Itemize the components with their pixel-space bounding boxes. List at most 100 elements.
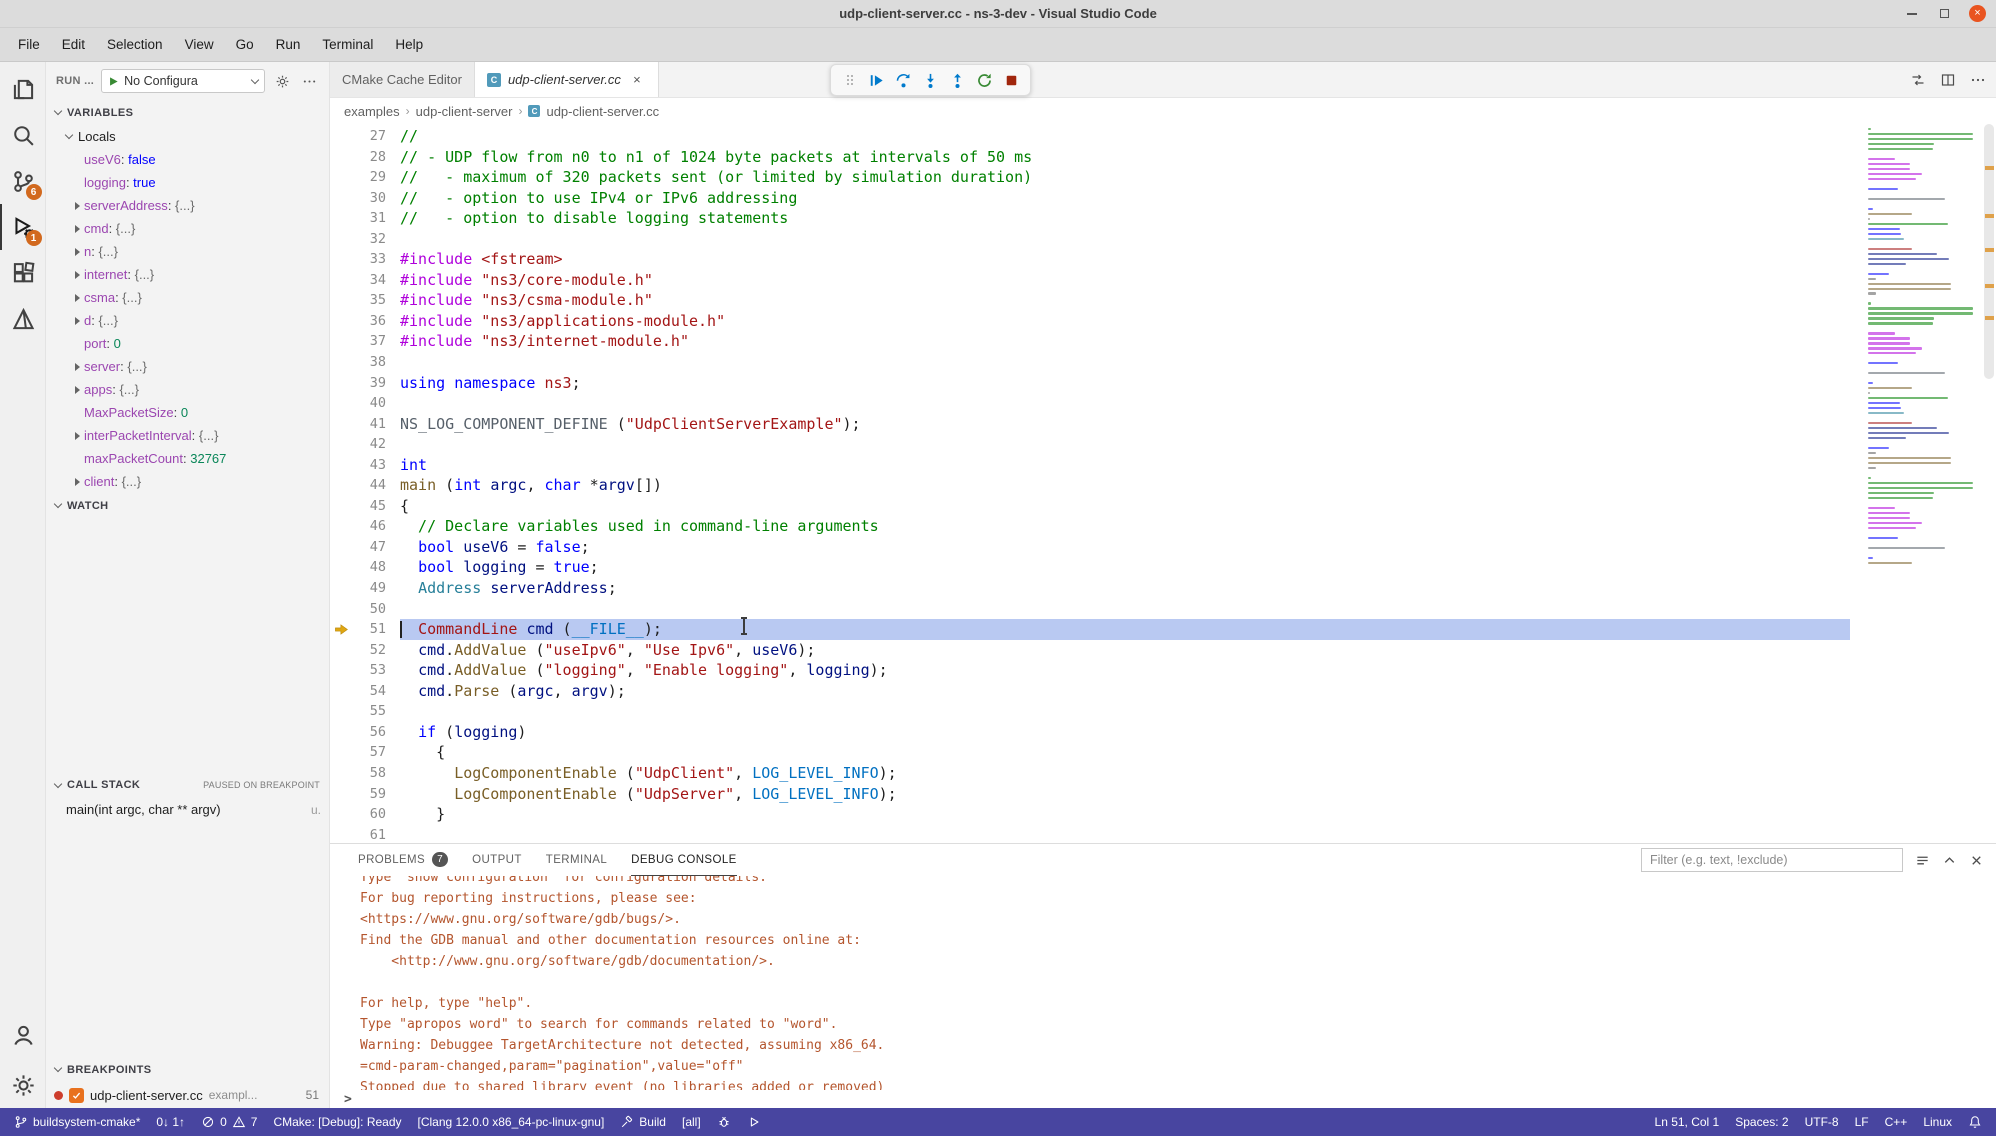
debug-step-into-icon[interactable]: [917, 67, 944, 93]
breadcrumb-item[interactable]: udp-client-server: [416, 104, 513, 119]
tab-output[interactable]: OUTPUT: [472, 844, 522, 876]
variable-row[interactable]: d: {...}: [46, 309, 329, 332]
menu-help[interactable]: Help: [385, 32, 433, 57]
variable-row[interactable]: useV6: false: [46, 148, 329, 171]
language-mode-status[interactable]: C++: [1877, 1108, 1916, 1136]
menu-terminal[interactable]: Terminal: [312, 32, 383, 57]
close-panel-icon[interactable]: [1969, 853, 1984, 868]
settings-gear-icon[interactable]: [0, 1062, 46, 1108]
console-filter-input[interactable]: [1641, 848, 1903, 872]
breakpoint-checkbox[interactable]: [69, 1088, 84, 1103]
console-options-icon[interactable]: [1915, 853, 1930, 868]
variables-section-header[interactable]: VARIABLES: [46, 100, 329, 125]
run-and-debug-icon[interactable]: 1: [0, 204, 46, 250]
extensions-icon[interactable]: [0, 250, 46, 296]
menu-file[interactable]: File: [8, 32, 50, 57]
overview-warning-mark: [1985, 214, 1994, 218]
close-button[interactable]: ×: [1969, 5, 1986, 22]
encoding-status[interactable]: UTF-8: [1797, 1108, 1847, 1136]
variable-row[interactable]: maxPacketCount: 32767: [46, 447, 329, 470]
code-editor[interactable]: 27//28// - UDP flow from n0 to n1 of 102…: [330, 124, 1996, 843]
variable-row[interactable]: logging: true: [46, 171, 329, 194]
more-actions-icon[interactable]: [299, 71, 319, 91]
debug-stop-icon[interactable]: [998, 67, 1025, 93]
variable-row[interactable]: server: {...}: [46, 355, 329, 378]
code-line: 40: [330, 393, 1850, 414]
variable-row[interactable]: client: {...}: [46, 470, 329, 493]
console-line: =cmd-param-changed,param="pagination",va…: [360, 1056, 1996, 1077]
breadcrumb-item[interactable]: examples: [344, 104, 400, 119]
variable-row[interactable]: port: 0: [46, 332, 329, 355]
tab-cmake-cache-editor[interactable]: CMake Cache Editor: [330, 62, 475, 97]
variables-scope-locals[interactable]: Locals: [46, 125, 329, 148]
editor-scrollbar[interactable]: [1982, 124, 1996, 843]
problems-status[interactable]: 0 7: [193, 1108, 265, 1136]
call-stack-title: CALL STACK: [67, 779, 140, 791]
menu-selection[interactable]: Selection: [97, 32, 173, 57]
maximize-button[interactable]: [1936, 5, 1953, 22]
debug-settings-gear-icon[interactable]: [272, 71, 292, 91]
watch-body: [46, 518, 329, 773]
menu-run[interactable]: Run: [266, 32, 311, 57]
cmake-target-button[interactable]: [all]: [674, 1108, 709, 1136]
toolbar-drag-handle[interactable]: [836, 67, 863, 93]
notifications-bell-icon[interactable]: [1960, 1108, 1990, 1136]
console-input-row[interactable]: >: [330, 1090, 1996, 1108]
variable-row[interactable]: MaxPacketSize: 0: [46, 401, 329, 424]
code-line: 53 cmd.AddValue ("logging", "Enable logg…: [330, 660, 1850, 681]
console-output[interactable]: Type "show configuration" for configurat…: [330, 876, 1996, 1090]
debug-step-out-icon[interactable]: [944, 67, 971, 93]
indentation-status[interactable]: Spaces: 2: [1727, 1108, 1796, 1136]
maximize-panel-icon[interactable]: [1942, 853, 1957, 868]
variable-row[interactable]: csma: {...}: [46, 286, 329, 309]
menu-go[interactable]: Go: [226, 32, 264, 57]
account-icon[interactable]: [0, 1012, 46, 1058]
debug-step-over-icon[interactable]: [890, 67, 917, 93]
cmake-tools-icon[interactable]: [0, 296, 46, 342]
tab-problems[interactable]: PROBLEMS 7: [358, 844, 448, 876]
search-icon[interactable]: [0, 112, 46, 158]
breadcrumb-item[interactable]: udp-client-server.cc: [546, 104, 659, 119]
variable-row[interactable]: n: {...}: [46, 240, 329, 263]
open-changes-icon[interactable]: [1910, 72, 1926, 88]
cmake-launch-button[interactable]: [739, 1108, 769, 1136]
tab-udp-client-server[interactable]: C udp-client-server.cc ×: [475, 62, 659, 97]
close-tab-icon[interactable]: ×: [628, 71, 646, 89]
debug-restart-icon[interactable]: [971, 67, 998, 93]
minimize-button[interactable]: [1903, 5, 1920, 22]
menu-view[interactable]: View: [175, 32, 224, 57]
cursor-position-status[interactable]: Ln 51, Col 1: [1647, 1108, 1728, 1136]
variable-row[interactable]: apps: {...}: [46, 378, 329, 401]
variable-row[interactable]: cmd: {...}: [46, 217, 329, 240]
variable-row[interactable]: internet: {...}: [46, 263, 329, 286]
breakpoint-item[interactable]: udp-client-server.cc exampl... 51: [46, 1082, 329, 1108]
watch-section-header[interactable]: WATCH: [46, 493, 329, 518]
call-stack-frame[interactable]: main(int argc, char ** argv) u.: [46, 798, 329, 822]
variable-row[interactable]: serverAddress: {...}: [46, 194, 329, 217]
cmake-status[interactable]: CMake: [Debug]: Ready: [265, 1108, 409, 1136]
variable-row[interactable]: interPacketInterval: {...}: [46, 424, 329, 447]
explorer-icon[interactable]: [0, 66, 46, 112]
tab-terminal[interactable]: TERMINAL: [546, 844, 607, 876]
breakpoints-section-header[interactable]: BREAKPOINTS: [46, 1057, 329, 1082]
source-control-icon[interactable]: 6: [0, 158, 46, 204]
call-stack-section-header[interactable]: CALL STACK PAUSED ON BREAKPOINT: [46, 773, 329, 798]
cmake-build-button[interactable]: Build: [612, 1108, 674, 1136]
git-sync-status[interactable]: 0↓ 1↑: [148, 1108, 193, 1136]
cmake-kit-status[interactable]: [Clang 12.0.0 x86_64-pc-linux-gnu]: [410, 1108, 613, 1136]
code-line: 30// - option to use IPv4 or IPv6 addres…: [330, 188, 1850, 209]
debug-continue-icon[interactable]: [863, 67, 890, 93]
eol-status[interactable]: LF: [1847, 1108, 1877, 1136]
debug-config-dropdown[interactable]: No Configura: [101, 69, 265, 93]
minimap[interactable]: [1864, 128, 1982, 567]
watch-title: WATCH: [67, 500, 109, 512]
more-actions-icon[interactable]: [1970, 72, 1986, 88]
tab-debug-console[interactable]: DEBUG CONSOLE: [631, 844, 737, 876]
cmake-debug-button[interactable]: [709, 1108, 739, 1136]
menu-edit[interactable]: Edit: [52, 32, 95, 57]
os-status[interactable]: Linux: [1915, 1108, 1960, 1136]
split-editor-icon[interactable]: [1940, 72, 1956, 88]
console-line: Stopped due to shared library event (no …: [360, 1077, 1996, 1090]
paused-on-breakpoint-badge: PAUSED ON BREAKPOINT: [203, 780, 320, 790]
git-branch-status[interactable]: buildsystem-cmake*: [6, 1108, 148, 1136]
